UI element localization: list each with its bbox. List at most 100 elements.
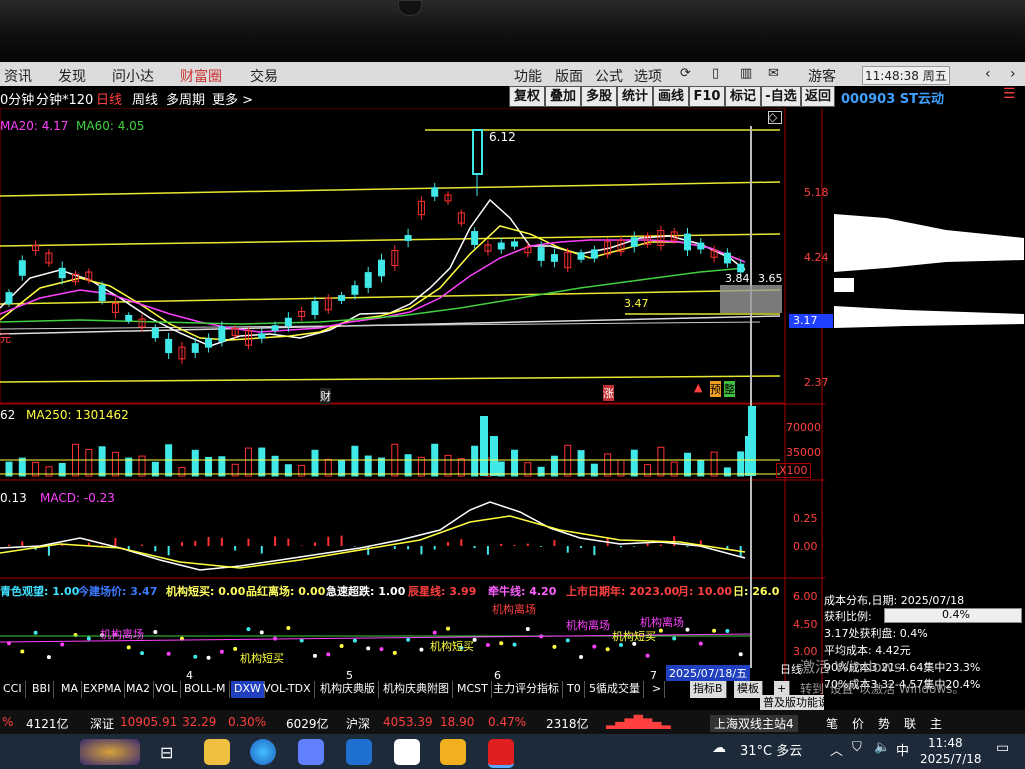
right-tab[interactable]: 联 [904,715,916,732]
volume-bar [630,449,638,477]
ime-indicator[interactable]: 中 [896,740,909,759]
widget-icon[interactable] [80,739,140,765]
notification-icon[interactable]: ▭ [996,740,1009,756]
layout-icon[interactable]: ▥ [740,66,752,81]
right-tab[interactable]: 势 [878,715,890,732]
weather[interactable]: 31°C 多云 [740,740,802,759]
indicator-dot [552,644,557,649]
day-period-label: 日线 [780,663,802,676]
indicator-tab[interactable]: 5循成交量 [586,681,644,698]
indicator-tab[interactable]: 机构庆典附图 [380,681,453,698]
window-icon[interactable]: ▯ [712,66,719,81]
right-tab[interactable]: 价 [852,715,864,732]
period-weekly[interactable]: 周线 [132,89,158,108]
media-icon[interactable] [440,739,466,765]
tab-template[interactable]: 模板 [734,681,763,698]
adjust-marker[interactable]: 整 [724,381,735,397]
menu-layout[interactable]: 版面 [555,66,583,86]
stock-code-name[interactable]: 000903 ST云动 [841,88,944,107]
document-icon[interactable] [394,739,420,765]
indicator-tab[interactable]: VOL [152,681,182,698]
period-minute-120[interactable]: 分钟*120 [36,89,93,108]
indicator-dot [446,626,451,631]
candle-body [271,325,279,331]
user-guest[interactable]: 游客 [808,66,836,86]
btn-overlay[interactable]: 叠加 [545,86,581,107]
indicator-tab[interactable]: CCI [0,681,26,698]
hs-label[interactable]: 沪深 [346,715,370,732]
btn-mark[interactable]: 标记 [725,86,761,107]
back-arrow-icon[interactable]: ‹ [985,66,991,82]
candle-body [590,249,598,259]
finance-marker[interactable]: 财 [320,388,331,404]
taskbar-time[interactable]: 11:48 [928,736,963,750]
forecast-marker[interactable]: 预 [710,381,721,397]
tray-chevron-icon[interactable]: ︿ [830,740,843,759]
menu-xiaoda[interactable]: 问小达 [112,66,154,86]
candle-body [683,233,691,251]
store-icon[interactable] [298,739,324,765]
volume-bar [98,446,106,477]
indicator-dot [738,652,743,657]
candle-body [550,254,558,262]
indicator-tab[interactable]: MCST [454,681,492,698]
candle-body [5,292,13,304]
right-tab[interactable]: 主 [930,715,942,732]
candle-body [191,343,199,353]
right-tab[interactable]: 笔 [826,715,838,732]
indicator-tab[interactable]: > [649,681,666,698]
volume-icon[interactable]: 🔈 [874,740,890,755]
indicator-tab[interactable]: MA [58,681,83,698]
macd-tick: 0.00 [793,540,818,553]
list-icon[interactable]: ☰ [1003,86,1016,102]
indicator-tab[interactable]: EXPMA [80,681,126,698]
indicator-tab[interactable]: 主力评分指标 [490,681,563,698]
btn-self-select[interactable]: -自选 [761,86,801,107]
ma20-label: MA20: 4.17 [0,119,69,133]
period-more[interactable]: 更多 > [212,89,253,108]
btn-multi-stock[interactable]: 多股 [581,86,617,107]
scroll-toggle-icon[interactable] [768,111,782,124]
current-price-tag: 3.17 [789,314,833,328]
indicator-tab[interactable]: MA2 [123,681,155,698]
volume-bar [111,451,119,477]
server-label[interactable]: 上海双线主站4 [710,715,798,732]
btn-draw-line[interactable]: 画线 [653,86,689,107]
btn-back[interactable]: 返回 [801,86,835,107]
tab-indicator-b[interactable]: 指标B [690,681,727,698]
candle-body [723,252,731,264]
shield-icon[interactable]: ⛉ [852,740,862,755]
mail-icon[interactable]: ✉ [768,66,779,81]
indicator-tab[interactable]: BBI [29,681,55,698]
indicator-dot [153,629,158,634]
refresh-icon[interactable]: ⟳ [680,66,691,81]
period-multi[interactable]: 多周期 [166,89,205,108]
rise-marker[interactable]: 涨 [603,385,614,401]
indicator-tab[interactable]: T0 [564,681,585,698]
candle-body [284,317,292,327]
taskbar-date[interactable]: 2025/7/18 [920,752,982,766]
indicator-tab[interactable]: VOL-TDX [260,681,315,698]
edge-icon[interactable] [250,739,276,765]
indicator-tab[interactable]: 机构庆典版 [317,681,379,698]
menu-news[interactable]: 资讯 [4,66,32,86]
task-view-icon[interactable]: ⊟ [160,743,173,762]
file-explorer-icon[interactable] [204,739,230,765]
btn-stats[interactable]: 统计 [617,86,653,107]
menu-formula[interactable]: 公式 [595,66,623,86]
period-minute[interactable]: 0分钟 [0,89,34,108]
outlook-icon[interactable] [346,739,372,765]
btn-fuquan[interactable]: 复权 [509,86,545,107]
btn-f10[interactable]: F10 [689,86,725,107]
sz-label[interactable]: 深证 [90,715,114,732]
indicator-tab[interactable]: BOLL-M [181,681,230,698]
stock-app-icon[interactable] [488,739,514,768]
menu-options[interactable]: 选项 [634,66,662,86]
menu-wealth-circle[interactable]: 财富圈 [180,66,222,86]
menu-trade[interactable]: 交易 [250,66,278,86]
menu-function[interactable]: 功能 [514,66,542,86]
forward-arrow-icon[interactable]: › [1010,66,1016,82]
period-daily[interactable]: 日线 [96,89,122,108]
status-amount: 4121亿 [26,717,69,731]
menu-discover[interactable]: 发现 [58,66,86,86]
